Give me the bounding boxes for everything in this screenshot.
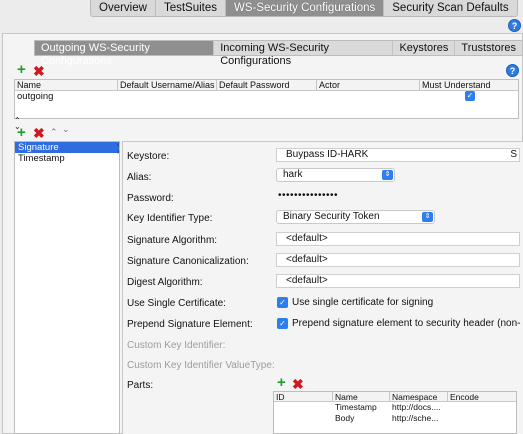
remove-entry-x-icon[interactable]: ✖	[33, 126, 45, 140]
keystore-label: Keystore:	[127, 151, 170, 162]
cell-namespace[interactable]: http://docs....	[390, 402, 448, 413]
column-header-actor[interactable]: Actor	[317, 80, 420, 90]
digest-algorithm-label: Digest Algorithm:	[127, 277, 203, 288]
sub-tab-bar: Outgoing WS-Security Configurations Inco…	[34, 40, 523, 67]
cell-must-understand[interactable]: ✓	[420, 91, 518, 103]
updown-arrows-icon: ⇕	[422, 212, 433, 222]
signature-algorithm-field[interactable]: <default>	[276, 232, 520, 246]
use-single-certificate-checkbox[interactable]: ✓	[277, 297, 288, 308]
prepend-signature-element-label: Prepend Signature Element:	[127, 319, 253, 330]
table-header: ID Name Namespace Encode	[274, 392, 516, 402]
table-row[interactable]: Timestamp http://docs....	[274, 402, 516, 413]
cell-namespace[interactable]: http://sche...	[390, 413, 448, 424]
help-icon[interactable]: ?	[508, 19, 521, 32]
add-entry-plus-icon[interactable]: +	[17, 125, 26, 140]
use-single-certificate-text: Use single certificate for signing	[292, 297, 434, 309]
tab-security-scan-defaults[interactable]: Security Scan Defaults	[384, 0, 516, 16]
list-item-timestamp[interactable]: Timestamp	[15, 153, 119, 164]
updown-arrows-icon: ⇕	[382, 170, 393, 180]
outgoing-config-table: Name Default Username/Alias Default Pass…	[14, 79, 519, 119]
remove-part-x-icon[interactable]: ✖	[292, 377, 304, 391]
cell-name[interactable]: Timestamp	[333, 402, 390, 413]
add-config-plus-icon[interactable]: +	[17, 62, 26, 77]
cell-username[interactable]	[118, 91, 217, 103]
cell-encode[interactable]	[448, 413, 516, 424]
cell-id[interactable]	[274, 402, 333, 413]
tab-keystores[interactable]: Keystores	[393, 41, 456, 55]
remove-config-x-icon[interactable]: ✖	[33, 64, 45, 78]
use-single-certificate-label: Use Single Certificate:	[127, 298, 226, 309]
column-header-name[interactable]: Name	[15, 80, 118, 90]
tab-outgoing-configurations[interactable]: Outgoing WS-Security Configurations	[35, 41, 215, 67]
digest-algorithm-field[interactable]: <default>	[276, 274, 520, 288]
alias-value: hark	[283, 169, 303, 180]
custom-key-identifier-valuetype-label: Custom Key Identifier ValueType:	[127, 360, 275, 371]
signature-algorithm-label: Signature Algorithm:	[127, 235, 218, 246]
use-single-certificate-checkbox-row[interactable]: ✓ Use single certificate for signing	[277, 297, 433, 308]
config-help-icon[interactable]: ?	[506, 64, 519, 77]
column-header-username[interactable]: Default Username/Alias	[118, 80, 217, 90]
key-identifier-type-value: Binary Security Token	[283, 211, 380, 222]
column-header-namespace[interactable]: Namespace	[390, 392, 448, 402]
prepend-signature-checkbox-row[interactable]: ✓ Prepend signature element to security h…	[277, 318, 521, 329]
tab-overview[interactable]: Overview	[91, 0, 156, 16]
column-header-password[interactable]: Default Password	[217, 80, 317, 90]
parts-label: Parts:	[127, 380, 154, 391]
move-down-chevron-down-icon[interactable]: ⌄	[62, 124, 70, 135]
add-part-plus-icon[interactable]: +	[277, 375, 286, 390]
list-item-signature[interactable]: Signature	[15, 142, 119, 153]
keystore-field[interactable]: Buypass ID-HARK S	[276, 148, 520, 162]
cell-actor[interactable]	[317, 91, 420, 103]
alias-label: Alias:	[127, 172, 152, 183]
keystore-suffix: S	[510, 149, 517, 160]
collapse-arrows-icon[interactable]: ‹ ›	[117, 141, 120, 156]
table-header: Name Default Username/Alias Default Pass…	[15, 80, 518, 91]
tab-ws-security-configurations[interactable]: WS-Security Configurations	[226, 0, 385, 16]
column-header-encode[interactable]: Encode	[448, 392, 516, 402]
password-field[interactable]: •••••••••••••••	[276, 190, 416, 204]
table-row[interactable]: Body http://sche...	[274, 413, 516, 424]
prepend-signature-checkbox[interactable]: ✓	[277, 318, 288, 329]
table-row[interactable]: outgoing ✓	[15, 91, 518, 103]
cell-id[interactable]	[274, 413, 333, 424]
tab-testsuites[interactable]: TestSuites	[156, 0, 226, 16]
tab-incoming-configurations[interactable]: Incoming WS-Security Configurations	[214, 41, 394, 67]
keystore-value: Buypass ID-HARK	[286, 149, 369, 160]
custom-key-identifier-label: Custom Key Identifier:	[127, 340, 226, 351]
cell-name[interactable]: outgoing	[15, 91, 118, 103]
must-understand-checkbox[interactable]: ✓	[465, 91, 475, 102]
password-label: Password:	[127, 193, 174, 204]
prepend-signature-text: Prepend signature element to security he…	[292, 318, 521, 330]
key-identifier-type-label: Key Identifier Type:	[127, 213, 213, 224]
column-header-id[interactable]: ID	[274, 392, 333, 402]
top-tab-bar: Overview TestSuites WS-Security Configur…	[90, 0, 518, 17]
cell-name[interactable]: Body	[333, 413, 390, 424]
column-header-must-understand[interactable]: Must Understand	[420, 80, 518, 90]
column-header-name[interactable]: Name	[333, 392, 390, 402]
alias-select[interactable]: hark ⇕	[276, 168, 395, 182]
key-identifier-type-select[interactable]: Binary Security Token ⇕	[276, 210, 435, 224]
signature-canonicalization-field[interactable]: <default>	[276, 253, 520, 267]
parts-table: ID Name Namespace Encode Timestamp http:…	[273, 391, 517, 434]
signature-canonicalization-label: Signature Canonicalization:	[127, 256, 249, 267]
tab-truststores[interactable]: Truststores	[455, 41, 522, 55]
move-up-chevron-up-icon[interactable]: ⌃	[50, 127, 58, 138]
cell-encode[interactable]	[448, 402, 516, 413]
entry-list: Signature Timestamp	[14, 141, 120, 434]
cell-password[interactable]	[217, 91, 317, 103]
